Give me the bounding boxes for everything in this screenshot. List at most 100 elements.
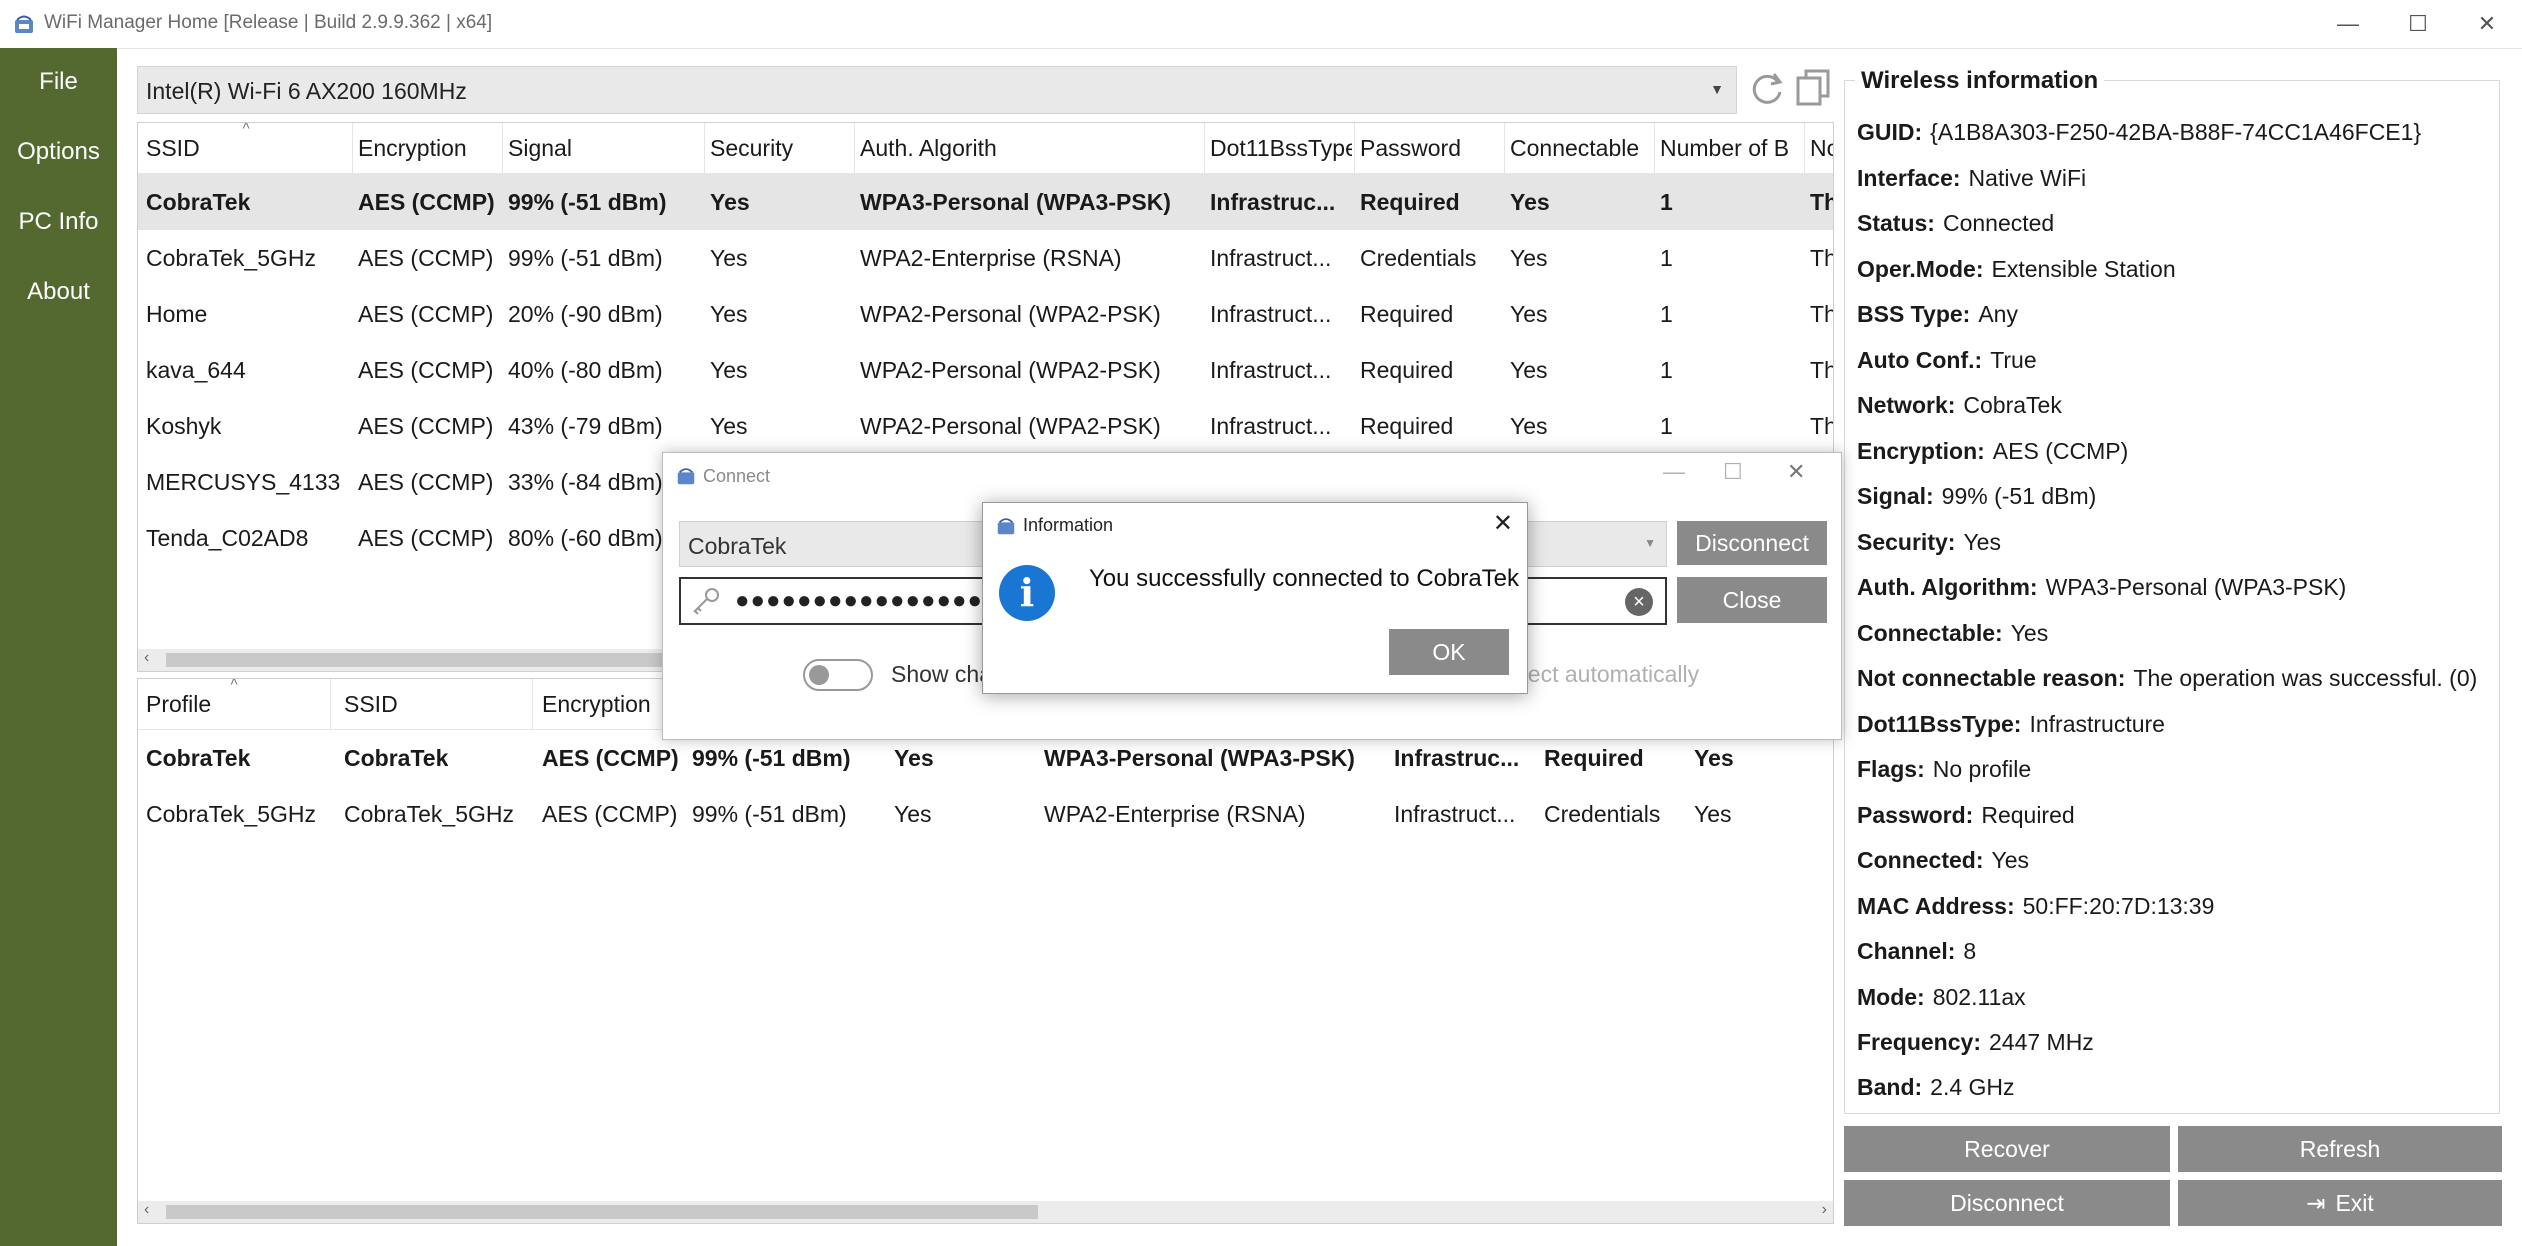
table-row[interactable]: CobraTek_5GHz CobraTek_5GHz AES (CCMP) 9… xyxy=(138,786,1833,842)
disconnect-button[interactable]: Disconnect xyxy=(1844,1180,2170,1226)
sidebar-item-options[interactable]: Options xyxy=(0,138,117,166)
scroll-left-icon[interactable]: ‹ xyxy=(144,1201,149,1219)
cell-connectable: Yes xyxy=(1694,801,1732,827)
minimize-icon[interactable]: — xyxy=(1663,459,1685,485)
col-connectable[interactable]: Connectable xyxy=(1510,135,1639,162)
cell-encryption: AES (CCMP) xyxy=(358,469,494,495)
cell-auth: WPA3-Personal (WPA3-PSK) xyxy=(860,189,1171,215)
refresh-button[interactable]: Refresh xyxy=(2178,1126,2502,1172)
sort-asc-icon: ˄ xyxy=(242,122,251,133)
table-row[interactable]: Koshyk AES (CCMP) 43% (-79 dBm) Yes WPA2… xyxy=(138,398,1833,454)
cell-profile: CobraTek_5GHz xyxy=(146,801,317,827)
cell-password: Required xyxy=(1544,745,1644,771)
cell-encryption: AES (CCMP) xyxy=(358,357,494,383)
close-icon[interactable]: ✕ xyxy=(1493,509,1513,538)
cell-encryption: AES (CCMP) xyxy=(358,189,495,215)
col-encryption[interactable]: Encryption xyxy=(358,135,467,162)
adapter-select[interactable]: Intel(R) Wi-Fi 6 AX200 160MHz ▼ xyxy=(137,66,1737,114)
info-password: Password: Required xyxy=(1857,802,2075,828)
info-connectable: Connectable: Yes xyxy=(1857,620,2049,646)
maximize-button[interactable]: ☐ xyxy=(2383,0,2453,48)
clear-icon[interactable]: × xyxy=(1625,588,1653,616)
scroll-left-icon[interactable]: ‹ xyxy=(144,649,149,667)
info-band: Band: 2.4 GHz xyxy=(1857,1074,2015,1100)
col-number-of-bss[interactable]: Number of B xyxy=(1660,135,1800,162)
col-not-connectable[interactable]: No xyxy=(1810,135,1833,162)
info-guid: GUID: {A1B8A303-F250-42BA-B88F-74CC1A46FC… xyxy=(1857,119,2422,145)
info-oper-mode: Oper.Mode: Extensible Station xyxy=(1857,256,2176,282)
app-icon xyxy=(997,518,1015,535)
cell-ssid: kava_644 xyxy=(146,357,246,383)
cell-signal: 99% (-51 dBm) xyxy=(508,189,667,215)
cell-connectable: Yes xyxy=(1510,245,1548,271)
connect-dialog-title: Connect xyxy=(703,466,771,486)
close-window-button[interactable]: ✕ xyxy=(2452,0,2522,48)
col-profile[interactable]: Profile xyxy=(146,691,211,718)
col-dot11bsstype[interactable]: Dot11BssType xyxy=(1210,135,1352,162)
cell-signal: 40% (-80 dBm) xyxy=(508,357,663,383)
profiles-table: Profile ˄ SSID Encryption CobraTek Cobra… xyxy=(137,678,1834,1224)
app-icon xyxy=(15,15,33,33)
profiles-hscrollbar[interactable]: ‹ › xyxy=(138,1201,1833,1223)
cell-ssid: CobraTek_5GHz xyxy=(146,245,317,271)
col-encryption[interactable]: Encryption xyxy=(542,691,651,718)
dialog-disconnect-button[interactable]: Disconnect xyxy=(1677,521,1827,565)
maximize-icon[interactable]: ☐ xyxy=(1723,459,1743,485)
info-status: Status: Connected xyxy=(1857,210,2055,236)
sidebar-item-pc-info[interactable]: PC Info xyxy=(0,208,117,236)
scroll-right-icon[interactable]: › xyxy=(1822,1201,1827,1219)
info-channel: Channel: 8 xyxy=(1857,938,1977,964)
cell-bss-type: Infrastruct... xyxy=(1210,245,1332,271)
cell-ssid: CobraTek xyxy=(146,189,251,215)
recover-button[interactable]: Recover xyxy=(1844,1126,2170,1172)
cell-auth: WPA2-Personal (WPA2-PSK) xyxy=(860,301,1161,327)
exit-button[interactable]: ⇥ Exit xyxy=(2178,1180,2502,1226)
information-dialog-title: Information xyxy=(1023,515,1114,535)
cell-connectable: Yes xyxy=(1510,301,1548,327)
cell-password: Required xyxy=(1360,189,1460,215)
show-chars-toggle[interactable] xyxy=(803,659,873,691)
col-security[interactable]: Security xyxy=(710,135,793,162)
sidebar-item-about[interactable]: About xyxy=(0,278,117,306)
networks-table-header: SSID ˄ Encryption Signal Security Auth. … xyxy=(138,123,1833,174)
wireless-info-panel: Wireless information GUID: {A1B8A303-F250… xyxy=(1844,67,2500,1114)
close-icon[interactable]: ✕ xyxy=(1787,459,1805,485)
cell-auth: WPA2-Personal (WPA2-PSK) xyxy=(860,357,1161,383)
cell-bss-count: 1 xyxy=(1660,357,1673,383)
refresh-icon[interactable] xyxy=(1744,66,1788,110)
cell-ssid: CobraTek_5GHz xyxy=(344,801,515,827)
dialog-close-button[interactable]: Close xyxy=(1677,577,1827,623)
table-row[interactable]: kava_644 AES (CCMP) 40% (-80 dBm) Yes WP… xyxy=(138,342,1833,398)
col-password[interactable]: Password xyxy=(1360,135,1461,162)
sort-asc-icon: ˄ xyxy=(230,678,239,689)
cell-reason: Th xyxy=(1810,245,1833,271)
col-auth-algorithm[interactable]: Auth. Algorith xyxy=(860,135,997,162)
table-row[interactable]: CobraTek AES (CCMP) 99% (-51 dBm) Yes WP… xyxy=(138,174,1833,230)
show-chars-label: Show cha xyxy=(891,661,993,687)
cell-bss-type: Infrastruct... xyxy=(1210,357,1332,383)
cell-signal: 43% (-79 dBm) xyxy=(508,413,663,439)
col-signal[interactable]: Signal xyxy=(508,135,572,162)
col-ssid[interactable]: SSID xyxy=(146,135,200,162)
minimize-button[interactable]: — xyxy=(2313,0,2383,48)
table-row[interactable]: CobraTek_5GHz AES (CCMP) 99% (-51 dBm) Y… xyxy=(138,230,1833,286)
info-security: Security: Yes xyxy=(1857,529,2001,555)
cell-signal: 99% (-51 dBm) xyxy=(692,801,847,827)
info-mac-address: MAC Address: 50:FF:20:7D:13:39 xyxy=(1857,893,2215,919)
info-auto-conf: Auto Conf.: True xyxy=(1857,347,2037,373)
cell-security: Yes xyxy=(710,301,748,327)
scroll-thumb[interactable] xyxy=(166,1205,1038,1219)
info-frequency: Frequency: 2447 MHz xyxy=(1857,1029,2094,1055)
copy-icon[interactable] xyxy=(1792,66,1836,110)
table-row[interactable]: Home AES (CCMP) 20% (-90 dBm) Yes WPA2-P… xyxy=(138,286,1833,342)
ok-button[interactable]: OK xyxy=(1389,629,1509,675)
cell-bss-count: 1 xyxy=(1660,189,1673,215)
info-signal: Signal: 99% (-51 dBm) xyxy=(1857,483,2097,509)
sidebar-item-file[interactable]: File xyxy=(0,68,117,96)
chevron-down-icon: ▼ xyxy=(1710,81,1724,97)
sidebar: File Options PC Info About xyxy=(0,48,117,1246)
cell-password: Required xyxy=(1360,301,1454,327)
col-ssid[interactable]: SSID xyxy=(344,691,398,718)
password-value: ●●●●●●●●●●●●●●●● xyxy=(735,587,983,614)
cell-ssid: Tenda_C02AD8 xyxy=(146,525,309,551)
